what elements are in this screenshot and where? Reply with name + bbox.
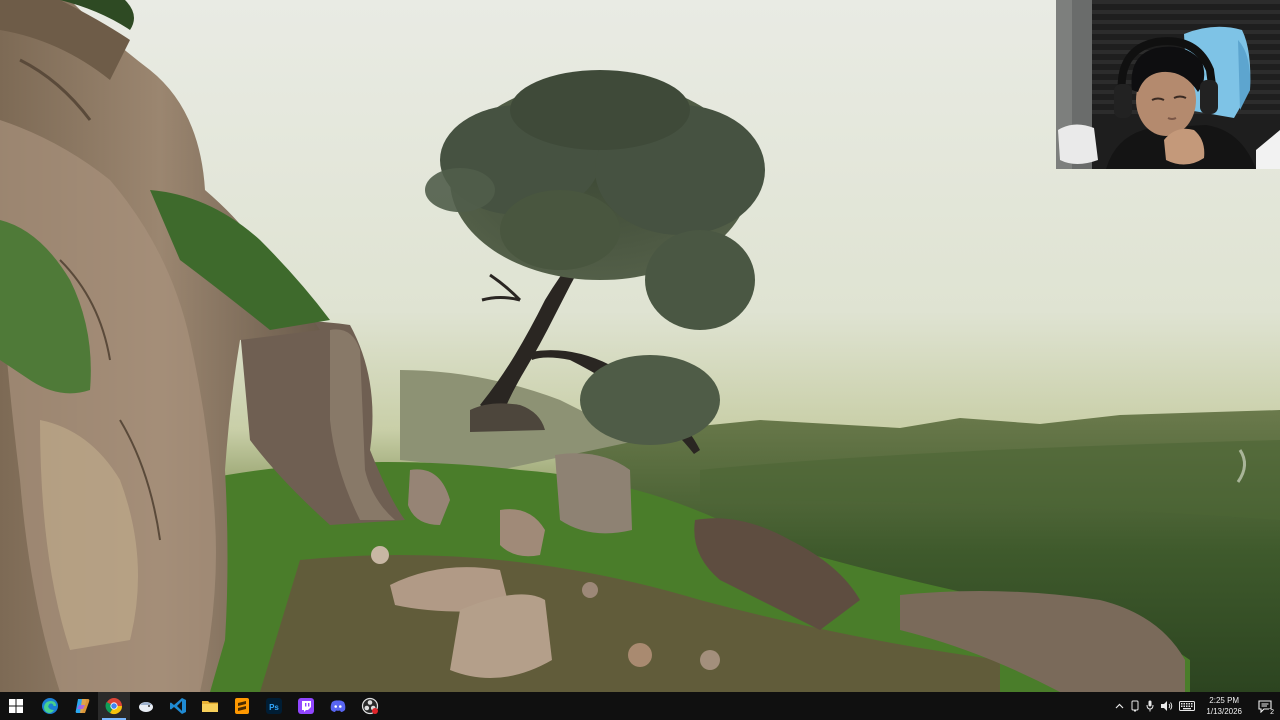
taskbar-app-edge[interactable] bbox=[34, 692, 66, 720]
device-icon bbox=[1131, 700, 1139, 712]
svg-text:Ps: Ps bbox=[269, 703, 279, 712]
obs-icon bbox=[361, 697, 379, 715]
keyboard-icon bbox=[1179, 701, 1196, 711]
webcam-feed bbox=[1056, 0, 1280, 169]
taskbar-app-chrome[interactable] bbox=[98, 692, 130, 720]
vscode-icon bbox=[170, 698, 186, 714]
show-hidden-icons-button[interactable] bbox=[1112, 692, 1127, 720]
chevron-up-icon bbox=[1115, 703, 1124, 709]
twitch-icon bbox=[298, 698, 314, 714]
sublime-icon bbox=[235, 698, 249, 714]
clock-date: 1/13/2026 bbox=[1206, 707, 1242, 716]
copilot-icon bbox=[75, 699, 90, 713]
bird-app-icon bbox=[139, 702, 153, 712]
taskbar-app-copilot[interactable] bbox=[66, 692, 98, 720]
notification-count-badge: 2 bbox=[1269, 709, 1275, 717]
start-button[interactable] bbox=[0, 692, 32, 720]
photoshop-icon: Ps bbox=[266, 698, 282, 714]
taskbar-app-vscode[interactable] bbox=[162, 692, 194, 720]
tray-keyboard-button[interactable] bbox=[1176, 692, 1198, 720]
taskbar-app-obs[interactable] bbox=[354, 692, 386, 720]
tray-volume-button[interactable] bbox=[1157, 692, 1176, 720]
microphone-icon bbox=[1146, 700, 1154, 712]
taskbar-app-file-explorer[interactable] bbox=[194, 692, 226, 720]
webcam-overlay bbox=[1056, 0, 1280, 169]
edge-icon bbox=[42, 698, 58, 714]
taskbar: Ps 2:25 PM 1/13/2026 2 bbox=[0, 692, 1280, 720]
folder-icon bbox=[202, 701, 218, 712]
discord-icon bbox=[330, 700, 346, 712]
taskbar-app-photoshop[interactable]: Ps bbox=[258, 692, 290, 720]
clock-time: 2:25 PM bbox=[1209, 696, 1240, 705]
speaker-icon bbox=[1161, 701, 1173, 711]
taskbar-app-twitch[interactable] bbox=[290, 692, 322, 720]
taskbar-clock[interactable]: 2:25 PM 1/13/2026 bbox=[1198, 692, 1250, 720]
taskbar-app-4[interactable] bbox=[130, 692, 162, 720]
taskbar-app-sublime-text[interactable] bbox=[226, 692, 258, 720]
tray-microphone-button[interactable] bbox=[1143, 692, 1157, 720]
action-center-button[interactable]: 2 bbox=[1250, 692, 1280, 720]
taskbar-app-discord[interactable] bbox=[322, 692, 354, 720]
tray-device-button[interactable] bbox=[1127, 692, 1143, 720]
chrome-icon bbox=[105, 698, 123, 715]
windows-start-icon bbox=[9, 699, 23, 713]
